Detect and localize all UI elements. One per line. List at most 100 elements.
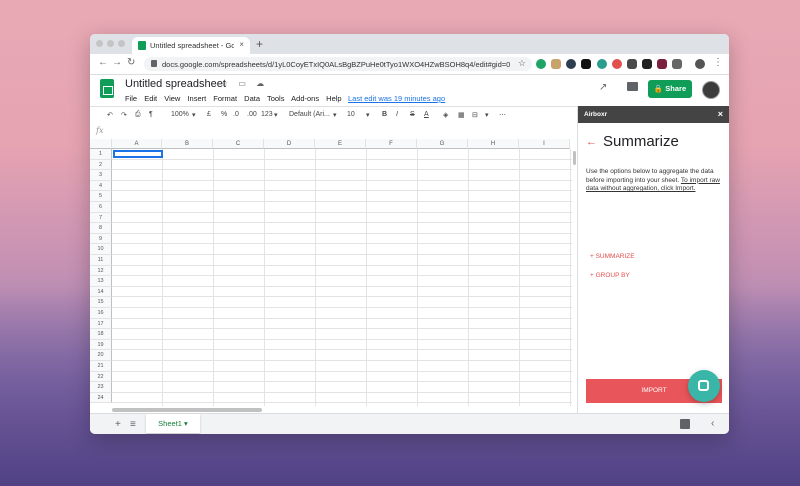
selected-cell-a1[interactable]: [113, 150, 163, 158]
spreadsheet-grid[interactable]: A B C D E F G H I 1 2 3 4 5 6 7 8 9 10 11 12 13 14 15 16 17 18 19 20…: [90, 139, 572, 406]
font-select[interactable]: Default (Ari...: [289, 111, 330, 118]
horizontal-scroll-thumb[interactable]: [112, 408, 262, 412]
address-bar[interactable]: docs.google.com/spreadsheets/d/1yL0CoyET…: [144, 57, 532, 71]
column-header[interactable]: A: [112, 139, 162, 149]
column-header[interactable]: G: [417, 139, 468, 149]
profile-avatar[interactable]: [695, 59, 705, 69]
extension-icon[interactable]: [657, 59, 667, 69]
print-icon[interactable]: ⎙: [135, 111, 141, 119]
decrease-decimal-button[interactable]: .0: [233, 111, 239, 118]
menu-data[interactable]: Data: [244, 94, 260, 103]
menu-file[interactable]: File: [125, 94, 137, 103]
sheet-tab-active[interactable]: Sheet1 ▾: [146, 414, 200, 433]
column-header[interactable]: E: [315, 139, 366, 149]
menu-tools[interactable]: Tools: [267, 94, 285, 103]
column-header[interactable]: C: [213, 139, 264, 149]
borders-icon[interactable]: ▦: [458, 111, 465, 119]
all-sheets-button[interactable]: ≡: [130, 419, 136, 430]
extension-icon[interactable]: [597, 59, 607, 69]
currency-format-button[interactable]: £: [207, 111, 211, 118]
browser-menu-icon[interactable]: ⋮: [713, 57, 723, 68]
panel-close-icon[interactable]: ×: [718, 106, 723, 123]
browser-tab-active[interactable]: Untitled spreadsheet - Google ×: [132, 37, 250, 54]
row-header[interactable]: 19: [90, 339, 112, 351]
extension-icon[interactable]: [612, 59, 622, 69]
undo-icon[interactable]: ↶: [107, 111, 113, 119]
row-header[interactable]: 24: [90, 392, 112, 404]
window-minimize-button[interactable]: [107, 40, 114, 47]
title-action-icons[interactable]: ☆ ▭ ☁: [221, 79, 268, 88]
bold-button[interactable]: B: [382, 111, 387, 118]
row-header[interactable]: 12: [90, 265, 112, 277]
fill-color-icon[interactable]: ◈: [443, 111, 448, 119]
extension-icon[interactable]: [536, 59, 546, 69]
chat-support-icon[interactable]: [688, 370, 720, 402]
new-tab-button[interactable]: +: [256, 37, 263, 51]
column-header[interactable]: I: [519, 139, 570, 149]
sheets-logo-icon[interactable]: [100, 79, 114, 98]
collapse-panel-icon[interactable]: ‹: [711, 418, 714, 429]
share-button[interactable]: 🔒 Share: [648, 80, 692, 98]
increase-decimal-button[interactable]: .00: [247, 111, 257, 118]
italic-button[interactable]: I: [396, 111, 398, 118]
row-header[interactable]: 7: [90, 212, 112, 224]
row-header[interactable]: 10: [90, 244, 112, 255]
select-all-corner[interactable]: [90, 139, 112, 149]
last-edit-link[interactable]: Last edit was 19 minutes ago: [348, 94, 445, 103]
forward-button[interactable]: →: [112, 57, 122, 68]
menu-view[interactable]: View: [164, 94, 180, 103]
add-sheet-button[interactable]: +: [115, 419, 121, 430]
extension-icon[interactable]: [627, 59, 637, 69]
window-maximize-button[interactable]: [118, 40, 125, 47]
row-header[interactable]: 15: [90, 297, 112, 308]
more-tools-icon[interactable]: ⋯: [499, 111, 506, 119]
column-header[interactable]: D: [264, 139, 315, 149]
menu-insert[interactable]: Insert: [187, 94, 206, 103]
formula-bar[interactable]: fx: [90, 125, 577, 140]
add-summarize-link[interactable]: + SUMMARIZE: [590, 253, 635, 260]
percent-format-button[interactable]: %: [221, 111, 227, 118]
extension-icon[interactable]: [642, 59, 652, 69]
comments-icon[interactable]: [627, 82, 638, 91]
row-header[interactable]: 3: [90, 170, 112, 181]
reload-button[interactable]: ↻: [127, 57, 135, 68]
avatar[interactable]: [702, 81, 720, 99]
puzzle-extensions-icon[interactable]: [672, 59, 682, 69]
vertical-scroll-thumb[interactable]: [573, 151, 576, 165]
row-header[interactable]: 9: [90, 233, 112, 245]
menu-addons[interactable]: Add-ons: [291, 94, 319, 103]
sheet-tab-caret-icon[interactable]: ▾: [184, 419, 188, 428]
row-header[interactable]: 13: [90, 276, 112, 287]
back-button[interactable]: ←: [98, 57, 108, 68]
row-header[interactable]: 5: [90, 191, 112, 202]
row-header[interactable]: 23: [90, 382, 112, 393]
activity-trend-icon[interactable]: ↗: [599, 82, 607, 93]
extension-icon[interactable]: [551, 59, 561, 69]
bookmark-star-icon[interactable]: ☆: [518, 58, 526, 69]
row-header[interactable]: 21: [90, 361, 112, 372]
more-formats-select[interactable]: 123: [261, 111, 273, 118]
row-header[interactable]: 22: [90, 371, 112, 383]
document-title[interactable]: Untitled spreadsheet: [125, 78, 226, 90]
column-header[interactable]: B: [162, 139, 213, 149]
row-header[interactable]: 14: [90, 286, 112, 298]
row-header[interactable]: 16: [90, 308, 112, 319]
add-group-by-link[interactable]: + GROUP BY: [590, 272, 630, 279]
row-header[interactable]: 11: [90, 255, 112, 266]
column-header[interactable]: H: [468, 139, 519, 149]
row-header[interactable]: 20: [90, 350, 112, 361]
text-color-button[interactable]: A: [424, 111, 429, 118]
row-header[interactable]: 18: [90, 329, 112, 340]
merge-cells-icon[interactable]: ⊟: [472, 111, 478, 119]
font-size-select[interactable]: 10: [347, 111, 355, 118]
extension-icon[interactable]: [581, 59, 591, 69]
row-header[interactable]: 2: [90, 159, 112, 171]
menu-edit[interactable]: Edit: [144, 94, 157, 103]
paint-format-icon[interactable]: ¶: [149, 111, 153, 118]
window-close-button[interactable]: [96, 40, 103, 47]
explore-icon[interactable]: [680, 419, 690, 429]
column-header[interactable]: F: [366, 139, 417, 149]
row-header[interactable]: 4: [90, 180, 112, 192]
back-arrow-icon[interactable]: ←: [586, 136, 597, 148]
tab-close-icon[interactable]: ×: [239, 40, 244, 49]
